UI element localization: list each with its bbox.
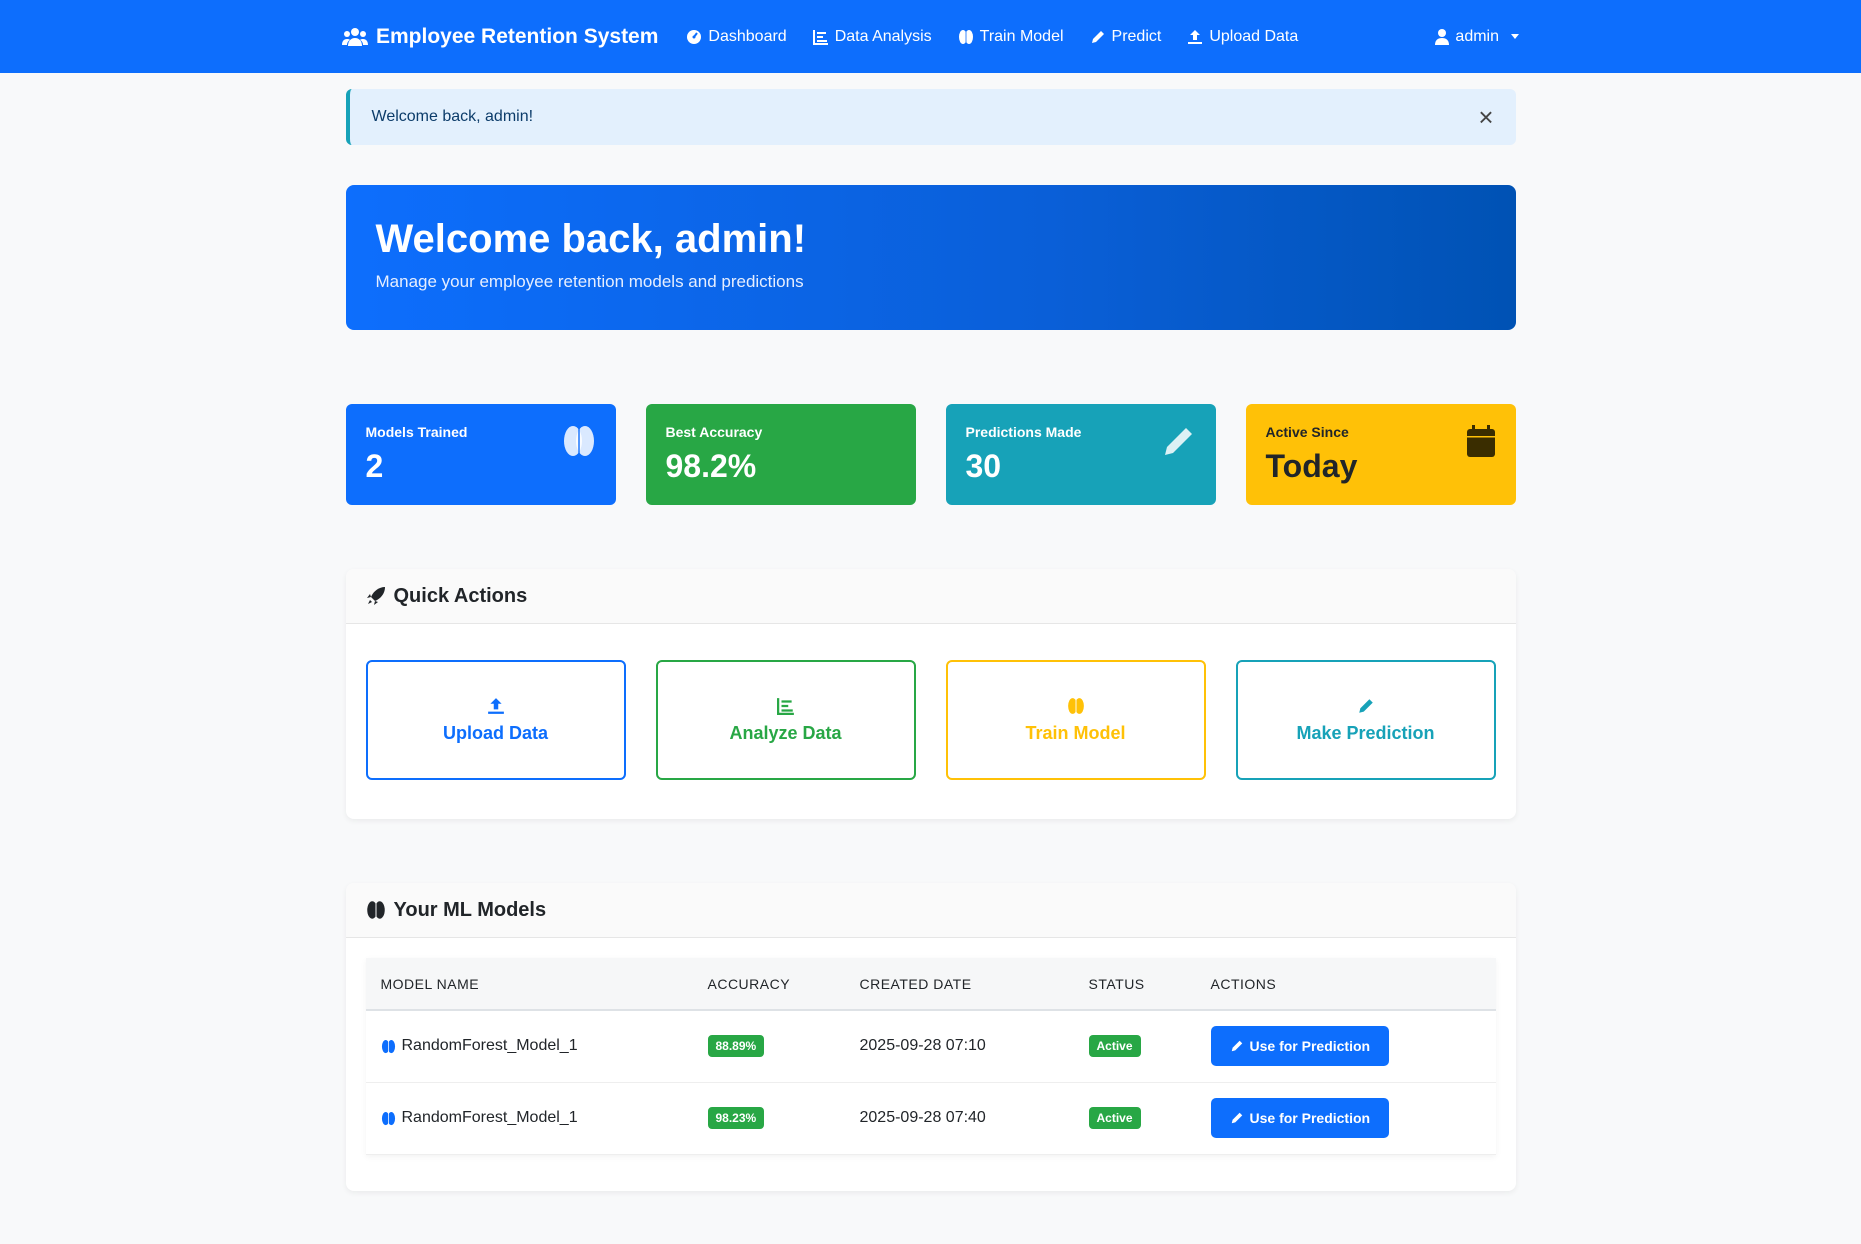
ml-models-header: Your ML Models [345,883,1516,938]
status-badge: Active [1088,1107,1141,1129]
stat-active-since: Active Since Today [1245,404,1516,505]
status-badge: Active [1088,1035,1141,1058]
pencil-icon [1231,1041,1242,1052]
col-actions: ACTIONS [1210,975,1277,992]
nav-upload-data-label: Upload Data [1209,27,1299,45]
table-row: RandomForest_Model_1 88.89% 2025-09-28 0… [365,1010,1496,1083]
upload-data-button[interactable]: Upload Data [365,660,626,780]
analyze-data-button[interactable]: Analyze Data [655,660,916,780]
model-name: RandomForest_Model_1 [401,1109,578,1126]
chart-icon [776,697,794,715]
model-name: RandomForest_Model_1 [401,1037,578,1055]
col-created-date: CREATED DATE [859,975,972,992]
alert-text: Welcome back, admin! [371,108,534,125]
brain-icon [381,1039,395,1053]
brain-icon [958,29,973,44]
welcome-alert: Welcome back, admin! × [345,89,1516,145]
hero-subtitle: Manage your employee retention models an… [375,272,804,291]
upload-data-label: Upload Data [442,722,548,743]
user-menu[interactable]: admin [1435,28,1519,46]
pencil-icon [1164,428,1192,455]
rocket-icon [366,587,385,605]
main-container: Welcome back, admin! × Welcome back, adm… [345,89,1516,1191]
ml-models-title: Your ML Models [393,898,547,921]
nav-links: Dashboard Data Analysis Train Model Pred… [686,28,1298,46]
analyze-data-label: Analyze Data [729,722,842,743]
table-row: RandomForest_Model_1 98.23% 2025-09-28 0… [365,1082,1496,1155]
user-icon [1435,28,1450,45]
pencil-icon [1231,1112,1242,1124]
make-prediction-label: Make Prediction [1296,722,1435,743]
brain-icon [381,1111,395,1125]
accuracy-badge: 88.89% [707,1035,765,1058]
nav-data-analysis[interactable]: Data Analysis [812,27,932,46]
calendar-icon [1466,425,1495,457]
col-accuracy: ACCURACY [707,975,791,992]
train-model-button[interactable]: Train Model [945,660,1206,780]
hero-banner: Welcome back, admin! Manage your employe… [345,185,1516,330]
models-table-wrap: MODEL NAME ACCURACY CREATED DATE STATUS … [346,938,1516,1191]
table-header-row: MODEL NAME ACCURACY CREATED DATE STATUS … [365,958,1496,1010]
chevron-down-icon [1511,34,1519,39]
pencil-icon [1091,30,1104,43]
col-model-name: MODEL NAME [380,975,480,992]
nav-train-model[interactable]: Train Model [958,28,1064,46]
chart-icon [812,29,828,45]
accuracy-badge: 98.23% [707,1107,765,1129]
nav-predict-label: Predict [1111,27,1162,45]
make-prediction-button[interactable]: Make Prediction [1235,660,1496,780]
quick-actions-list: Upload Data Analyze Data Train Model Mak… [346,624,1516,819]
nav-train-model-label: Train Model [979,27,1064,45]
stat-value: Today [1265,448,1358,484]
nav-dashboard[interactable]: Dashboard [686,27,787,46]
brain-icon [563,426,594,456]
stat-label: Active Since [1265,424,1349,440]
nav-data-analysis-label: Data Analysis [834,27,932,45]
top-navbar: Employee Retention System Dashboard Data… [0,0,1861,73]
created-date: 2025-09-28 07:10 [844,1010,1074,1083]
stat-label: Best Accuracy [665,424,763,440]
use-for-prediction-label: Use for Prediction [1249,1038,1371,1055]
brain-icon [366,901,385,919]
brand[interactable]: Employee Retention System [342,25,658,49]
upload-icon [487,697,504,714]
quick-actions-header: Quick Actions [345,569,1516,624]
close-icon[interactable]: × [1478,104,1493,130]
stat-value: 98.2% [665,448,757,484]
users-icon [342,27,368,46]
use-for-prediction-label: Use for Prediction [1249,1110,1371,1126]
use-for-prediction-button[interactable]: Use for Prediction [1210,1098,1390,1138]
nav-dashboard-label: Dashboard [708,27,787,45]
model-name-cell: RandomForest_Model_1 [381,1037,678,1055]
col-status: STATUS [1088,975,1145,992]
upload-icon [1188,29,1203,44]
train-model-label: Train Model [1025,722,1126,743]
ml-models-card: Your ML Models MODEL NAME ACCURACY CREAT… [345,883,1516,1191]
stat-best-accuracy: Best Accuracy 98.2% [645,404,916,505]
created-date: 2025-09-28 07:40 [844,1082,1074,1155]
pencil-icon [1358,698,1373,713]
brand-title: Employee Retention System [376,24,659,48]
model-name-cell: RandomForest_Model_1 [381,1109,678,1127]
quick-actions-card: Quick Actions Upload Data Analyze Data T… [345,569,1516,819]
hero-title: Welcome back, admin! [375,217,807,261]
nav-predict[interactable]: Predict [1090,27,1162,46]
stats-row: Models Trained 2 Best Accuracy 98.2% Pre… [345,404,1516,505]
use-for-prediction-button[interactable]: Use for Prediction [1210,1026,1390,1067]
nav-upload-data[interactable]: Upload Data [1187,28,1298,46]
stat-models-trained: Models Trained 2 [345,404,616,505]
user-name: admin [1455,27,1499,45]
stat-predictions-made: Predictions Made 30 [945,404,1216,505]
brain-icon [1067,697,1084,714]
models-table: MODEL NAME ACCURACY CREATED DATE STATUS … [365,958,1496,1155]
quick-actions-title: Quick Actions [393,584,528,607]
dashboard-icon [687,29,702,44]
